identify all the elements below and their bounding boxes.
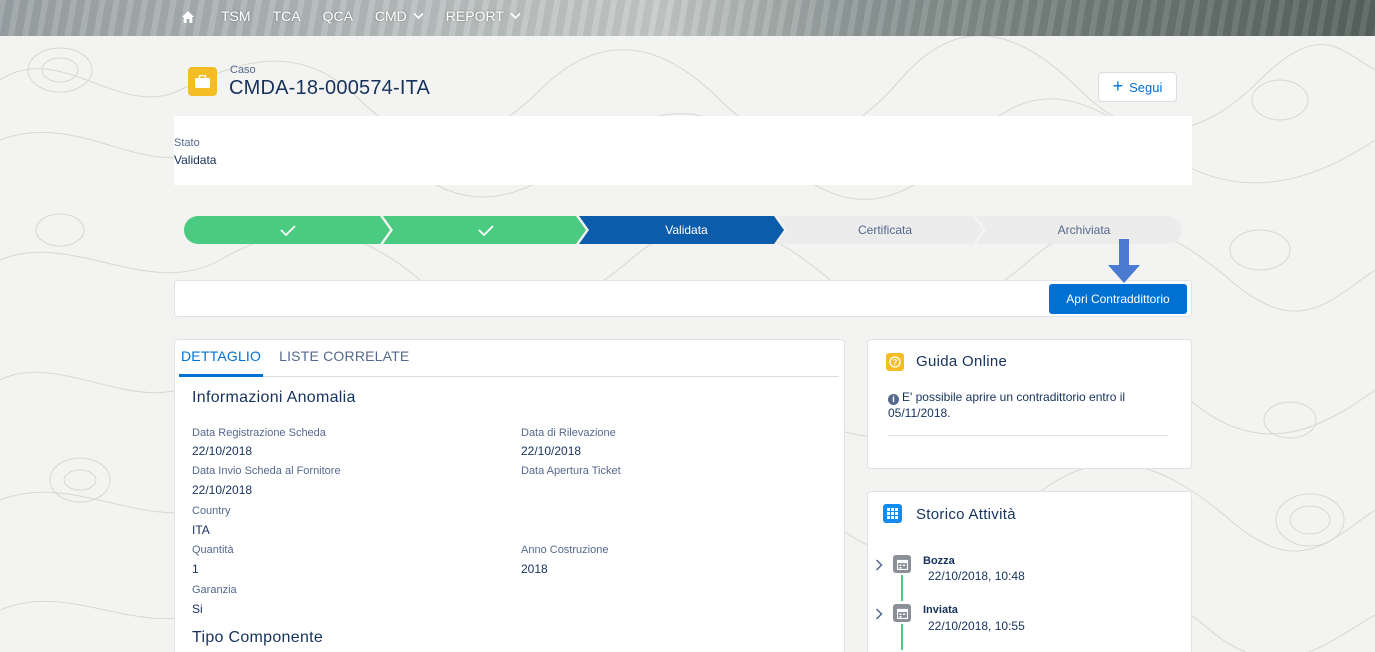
field-value: 22/10/2018: [192, 444, 253, 458]
calendar-icon: [893, 604, 911, 622]
activity-title[interactable]: Bozza: [923, 555, 955, 567]
nav-item-label: CMD: [374, 8, 407, 24]
nav-item-tsm[interactable]: TSM: [221, 8, 251, 24]
activity-date: 22/10/2018, 10:55: [928, 619, 1025, 633]
nav-item-cmd[interactable]: CMD: [375, 8, 424, 24]
detail-card: DETTAGLIO LISTE CORRELATE Informazioni A…: [174, 339, 845, 652]
divider: [888, 435, 1168, 436]
calendar-icon: [893, 555, 911, 573]
field-label: Quantità: [192, 544, 234, 556]
home-icon[interactable]: [181, 10, 195, 24]
field-label: Garanzia: [192, 584, 237, 596]
timeline-connector: [901, 575, 903, 601]
follow-button[interactable]: + Segui: [1098, 72, 1177, 102]
grid-icon: [883, 504, 902, 523]
field-value: Si: [192, 602, 203, 616]
field-value: 22/10/2018: [521, 444, 582, 458]
card-title: Storico Attività: [916, 506, 1016, 523]
tab-liste-correlate[interactable]: LISTE CORRELATE: [277, 344, 411, 377]
path-step-label: Archiviata: [1057, 223, 1111, 237]
field-label: Data Registrazione Scheda: [192, 427, 326, 439]
nav-item-qca[interactable]: QCA: [323, 8, 353, 24]
tab-dettaglio[interactable]: DETTAGLIO: [179, 344, 264, 377]
info-icon: i: [888, 394, 899, 405]
section-title: Informazioni Anomalia: [192, 389, 356, 406]
field-value: ITA: [192, 523, 210, 537]
path-step-1[interactable]: [184, 216, 390, 244]
guida-online-card: ? Guida Online i E' possibile aprire un c…: [867, 339, 1192, 469]
record-title: CMDA-18-000574-ITA: [229, 77, 431, 99]
status-path: Validata Certificata Archiviata: [184, 216, 1182, 244]
status-highlights-card: Stato Validata: [174, 116, 1192, 185]
arrow-down-icon: [1108, 239, 1140, 283]
field-label: Data di Rilevazione: [521, 427, 616, 439]
card-title: Guida Online: [916, 353, 1008, 370]
nav-item-tca[interactable]: TCA: [273, 8, 301, 24]
chevron-down-icon: [413, 12, 424, 20]
field-label: Data Apertura Ticket: [521, 465, 621, 477]
nav-item-label: REPORT: [445, 8, 504, 24]
plus-icon: +: [1112, 76, 1124, 96]
section-title: Tipo Componente: [192, 629, 324, 646]
nav-menu: TSM TCA QCA CMD REPORT: [181, 8, 543, 24]
status-label: Stato: [174, 137, 200, 149]
guida-message-text: E' possibile aprire un contradittorio en…: [888, 390, 1126, 420]
tab-bar: DETTAGLIO LISTE CORRELATE: [179, 344, 839, 377]
nav-item-label: TSM: [221, 8, 251, 24]
nav-item-label: TCA: [272, 8, 301, 24]
chevron-down-icon: [510, 12, 521, 20]
path-step-label: Certificata: [857, 223, 913, 237]
open-dispute-button[interactable]: Apri Contraddittorio: [1049, 284, 1187, 314]
chevron-right-icon[interactable]: [875, 608, 883, 620]
briefcase-icon: [188, 67, 217, 96]
nav-item-label: QCA: [322, 8, 353, 24]
action-bar: [174, 280, 1192, 317]
path-step-2[interactable]: [383, 216, 586, 244]
field-value: 22/10/2018: [192, 483, 253, 497]
field-value: 1: [192, 562, 199, 576]
field-label: Country: [192, 505, 231, 517]
follow-button-label: Segui: [1129, 79, 1163, 95]
activity-history-card: Storico Attività Bozza 22/10/2018, 10:48…: [867, 491, 1192, 652]
path-step-label-current: Validata: [665, 223, 708, 237]
nav-item-report[interactable]: REPORT: [446, 8, 521, 24]
help-icon: ?: [886, 353, 904, 371]
guida-message: i E' possibile aprire un contradittorio e…: [888, 389, 1168, 421]
field-value: 2018: [521, 562, 548, 576]
chevron-right-icon[interactable]: [875, 559, 883, 571]
field-label: Data Invio Scheda al Fornitore: [192, 465, 341, 477]
svg-text:?: ?: [893, 358, 898, 367]
activity-title[interactable]: Inviata: [923, 604, 958, 616]
activity-date: 22/10/2018, 10:48: [928, 569, 1025, 583]
object-type-label: Caso: [230, 64, 256, 76]
field-label: Anno Costruzione: [521, 544, 609, 556]
timeline-connector: [901, 624, 903, 650]
status-value: Validata: [174, 153, 217, 167]
